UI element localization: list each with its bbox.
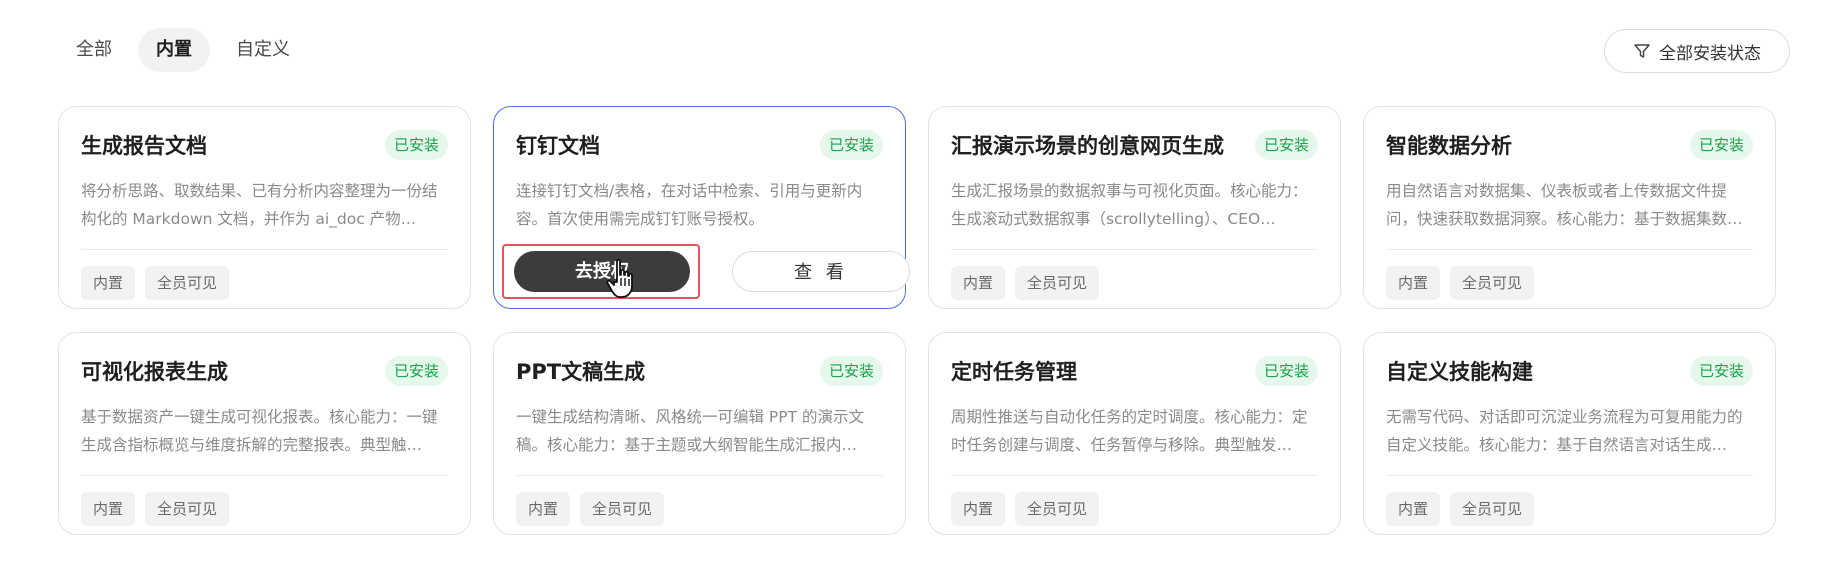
tag-builtin: 内置 [1386, 266, 1441, 300]
card-divider [1386, 249, 1753, 250]
skill-card-dingtalk-doc[interactable]: 钉钉文档 已安装 连接钉钉文档/表格，在对话中检索、引用与更新内容。首次使用需完… [493, 106, 910, 309]
skill-card-scheduled-tasks[interactable]: 定时任务管理 已安装 周期性推送与自动化任务的定时调度。核心能力：定时任务创建与… [928, 332, 1341, 535]
tag-visibility: 全员可见 [580, 492, 665, 526]
install-status-filter-button[interactable]: 全部安装状态 [1604, 29, 1790, 73]
card-description: 连接钉钉文档/表格，在对话中检索、引用与更新内容。首次使用需完成钉钉账号授权。 [516, 182, 863, 228]
tag-builtin: 内置 [516, 492, 571, 526]
card-title: 钉钉文档 [516, 134, 600, 158]
skills-page: 全部 内置 自定义 全部安装状态 生成报告文档 已安装 将分析思路、取数结果、已… [0, 0, 1840, 568]
tag-builtin: 内置 [1386, 492, 1441, 526]
skill-card-visual-report[interactable]: 可视化报表生成 已安装 基于数据资产一键生成可视化报表。核心能力：一键生成含指标… [58, 332, 471, 535]
tag-visibility: 全员可见 [1015, 266, 1100, 300]
tag-visibility: 全员可见 [145, 266, 230, 300]
view-button[interactable]: 查 看 [732, 251, 910, 292]
skill-card-creative-webpage[interactable]: 汇报演示场景的创意网页生成 已安装 生成汇报场景的数据叙事与可视化页面。核心能力… [928, 106, 1341, 309]
card-description: 将分析思路、取数结果、已有分析内容整理为一份结构化的 Markdown 文档，并… [81, 182, 438, 228]
card-title: 智能数据分析 [1386, 134, 1512, 158]
card-title: 汇报演示场景的创意网页生成 [951, 134, 1224, 158]
tag-builtin: 内置 [81, 266, 136, 300]
installed-badge: 已安装 [819, 130, 883, 160]
category-tabs: 全部 内置 自定义 [58, 28, 308, 72]
filter-label: 全部安装状态 [1659, 43, 1761, 64]
card-title: PPT文稿生成 [516, 360, 646, 384]
tag-visibility: 全员可见 [1450, 266, 1535, 300]
installed-badge: 已安装 [819, 356, 883, 386]
card-description: 用自然语言对数据集、仪表板或者上传数据文件提问，快速获取数据洞察。核心能力：基于… [1386, 182, 1743, 228]
card-divider [81, 249, 448, 250]
skill-card-custom-builder[interactable]: 自定义技能构建 已安装 无需写代码、对话即可沉淀业务流程为可复用能力的自定义技能… [1363, 332, 1776, 535]
skill-card-report-doc[interactable]: 生成报告文档 已安装 将分析思路、取数结果、已有分析内容整理为一份结构化的 Ma… [58, 106, 471, 309]
filter-icon [1634, 44, 1650, 58]
card-title: 可视化报表生成 [81, 360, 228, 384]
card-divider [81, 475, 448, 476]
installed-badge: 已安装 [1254, 130, 1318, 160]
card-description: 生成汇报场景的数据叙事与可视化页面。核心能力：生成滚动式数据叙事（scrolly… [951, 182, 1308, 228]
card-divider [1386, 475, 1753, 476]
card-divider [951, 249, 1318, 250]
installed-badge: 已安装 [1689, 356, 1753, 386]
skill-card-ppt[interactable]: PPT文稿生成 已安装 一键生成结构清晰、风格统一可编辑 PPT 的演示文稿。核… [493, 332, 906, 535]
tag-builtin: 内置 [951, 492, 1006, 526]
card-title: 自定义技能构建 [1386, 360, 1533, 384]
tag-visibility: 全员可见 [1450, 492, 1535, 526]
card-description: 周期性推送与自动化任务的定时调度。核心能力：定时任务创建与调度、任务暂停与移除。… [951, 408, 1308, 454]
authorize-highlight: 去授权 [502, 244, 700, 299]
card-title: 生成报告文档 [81, 134, 207, 158]
installed-badge: 已安装 [1689, 130, 1753, 160]
tab-builtin[interactable]: 内置 [138, 28, 210, 72]
card-description: 基于数据资产一键生成可视化报表。核心能力：一键生成含指标概览与维度拆解的完整报表… [81, 408, 438, 454]
tag-visibility: 全员可见 [1015, 492, 1100, 526]
card-description: 一键生成结构清晰、风格统一可编辑 PPT 的演示文稿。核心能力：基于主题或大纲智… [516, 408, 865, 454]
card-description: 无需写代码、对话即可沉淀业务流程为可复用能力的自定义技能。核心能力：基于自然语言… [1386, 408, 1743, 454]
tag-builtin: 内置 [951, 266, 1006, 300]
card-divider [516, 475, 883, 476]
tab-all[interactable]: 全部 [58, 28, 130, 72]
tag-builtin: 内置 [81, 492, 136, 526]
card-divider [951, 475, 1318, 476]
installed-badge: 已安装 [384, 356, 448, 386]
tag-visibility: 全员可见 [145, 492, 230, 526]
authorize-button[interactable]: 去授权 [514, 251, 690, 292]
card-actions: 去授权 查 看 [502, 244, 910, 306]
card-title: 定时任务管理 [951, 360, 1077, 384]
installed-badge: 已安装 [1254, 356, 1318, 386]
installed-badge: 已安装 [384, 130, 448, 160]
tab-custom[interactable]: 自定义 [218, 28, 308, 72]
skill-card-data-analysis[interactable]: 智能数据分析 已安装 用自然语言对数据集、仪表板或者上传数据文件提问，快速获取数… [1363, 106, 1776, 309]
